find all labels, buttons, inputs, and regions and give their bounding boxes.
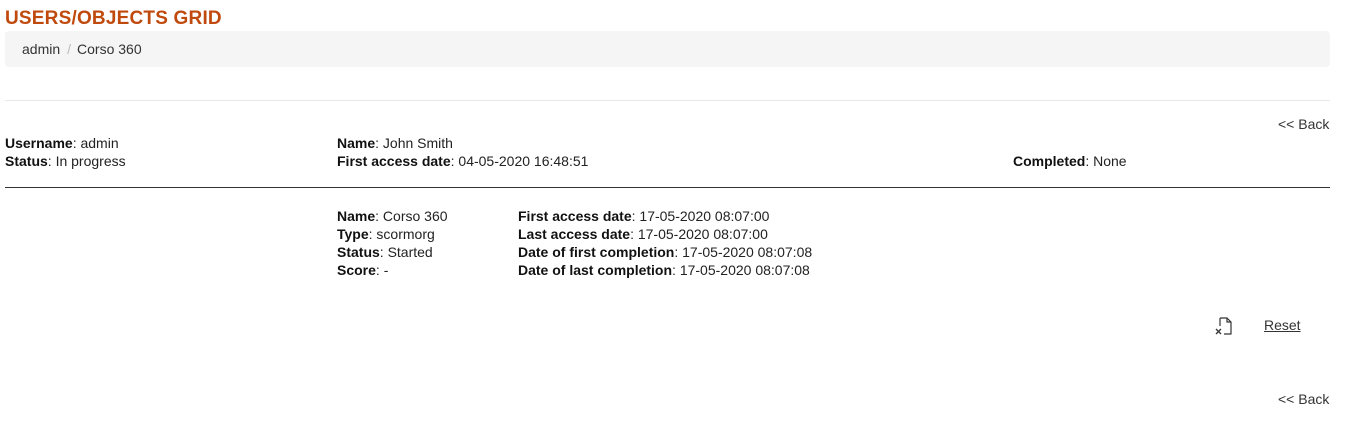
completed-label: Completed: [1013, 153, 1086, 169]
divider: [5, 100, 1330, 101]
object-score-value: -: [383, 262, 389, 278]
object-status-value: Started: [387, 244, 433, 260]
file-remove-icon[interactable]: [1214, 316, 1234, 336]
completed-field: Completed: None: [1013, 153, 1127, 169]
object-type-label: Type: [337, 226, 369, 242]
back-link-bottom[interactable]: << Back: [1278, 391, 1329, 407]
page: USERS/OBJECTS GRID admin / Corso 360 << Ba…: [0, 0, 1345, 444]
object-first-access-value: 17-05-2020 08:07:00: [639, 208, 770, 224]
back-link-top[interactable]: << Back: [1278, 116, 1329, 132]
last-completion-field: Date of last completion: 17-05-2020 08:0…: [518, 262, 810, 278]
first-completion-label: Date of first completion: [518, 244, 675, 260]
object-name-value: Corso 360: [382, 208, 448, 224]
object-last-access-label: Last access date: [518, 226, 631, 242]
object-name-label: Name: [337, 208, 376, 224]
object-status-label: Status: [337, 244, 380, 260]
breadcrumb-item-current: Corso 360: [77, 41, 142, 57]
reset-link[interactable]: Reset: [1264, 317, 1301, 333]
user-status-field: Status: In progress: [5, 153, 126, 169]
breadcrumb-item-admin[interactable]: admin: [22, 41, 60, 57]
object-type-value: scormorg: [376, 226, 435, 242]
object-score-field: Score: -: [337, 262, 389, 278]
object-status-field: Status: Started: [337, 244, 433, 260]
breadcrumb-separator: /: [67, 41, 72, 57]
object-first-access-label: First access date: [518, 208, 632, 224]
user-status-value: In progress: [55, 153, 126, 169]
user-name-field: Name: John Smith: [337, 135, 453, 151]
object-type-field: Type: scormorg: [337, 226, 435, 242]
object-first-access-field: First access date: 17-05-2020 08:07:00: [518, 208, 770, 224]
username-field: Username: admin: [5, 135, 119, 151]
last-completion-label: Date of last completion: [518, 262, 673, 278]
username-label: Username: [5, 135, 73, 151]
completed-value: None: [1093, 153, 1127, 169]
breadcrumb: admin / Corso 360: [5, 31, 1330, 67]
user-first-access-value: 04-05-2020 16:48:51: [458, 153, 589, 169]
user-name-value: John Smith: [382, 135, 453, 151]
object-last-access-value: 17-05-2020 08:07:00: [637, 226, 768, 242]
user-first-access-field: First access date: 04-05-2020 16:48:51: [337, 153, 589, 169]
user-status-label: Status: [5, 153, 48, 169]
first-completion-value: 17-05-2020 08:07:08: [682, 244, 813, 260]
username-value: admin: [80, 135, 119, 151]
user-first-access-label: First access date: [337, 153, 451, 169]
section-divider: [5, 187, 1330, 188]
object-name-field: Name: Corso 360: [337, 208, 448, 224]
object-last-access-field: Last access date: 17-05-2020 08:07:00: [518, 226, 768, 242]
last-completion-value: 17-05-2020 08:07:08: [679, 262, 810, 278]
first-completion-field: Date of first completion: 17-05-2020 08:…: [518, 244, 813, 260]
object-score-label: Score: [337, 262, 376, 278]
page-title: USERS/OBJECTS GRID: [5, 8, 222, 29]
user-name-label: Name: [337, 135, 376, 151]
